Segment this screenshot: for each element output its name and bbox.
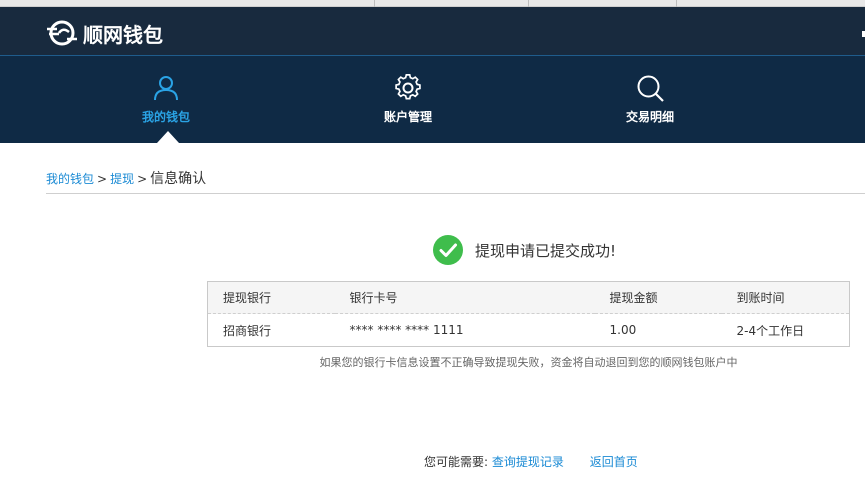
back-home-link[interactable]: 返回首页 — [590, 455, 638, 469]
cell-arrival-time: 2-4个工作日 — [736, 323, 805, 338]
nav-item-transaction-details[interactable]: 交易明细 — [580, 56, 720, 144]
user-icon — [154, 76, 178, 101]
column-header: 银行卡号 — [349, 291, 398, 305]
breadcrumb: 我的钱包 > 提现 > 信息确认 — [46, 169, 865, 194]
gear-icon — [395, 74, 421, 100]
cell-bank: 招商银行 — [223, 323, 272, 338]
failure-note: 如果您的银行卡信息设置不正确导致提现失败，资金将自动退回到您的顺网钱包账户中 — [319, 356, 738, 369]
nav-label: 我的钱包 — [141, 110, 190, 124]
withdraw-result-table: 提现银行 银行卡号 提现金额 到账时间 招商银行 **** **** **** … — [207, 281, 850, 347]
nav-label: 账户管理 — [383, 110, 432, 124]
breadcrumb-my-wallet[interactable]: 我的钱包 — [46, 172, 94, 186]
logo-text: 顺网钱包 — [83, 22, 163, 47]
browser-top-strip — [0, 0, 865, 7]
breadcrumb-separator: > — [97, 172, 108, 186]
check-circle-icon — [433, 235, 463, 265]
active-nav-caret — [157, 131, 179, 143]
table-row: 招商银行 **** **** **** 1111 1.00 2-4个工作日 — [208, 314, 850, 347]
footer-lead: 您可能需要: — [424, 455, 489, 469]
main-nav: 我的钱包 账户管理 交易明细 — [0, 55, 865, 143]
breadcrumb-withdraw[interactable]: 提现 — [110, 172, 134, 186]
table-header-row: 提现银行 银行卡号 提现金额 到账时间 — [207, 281, 850, 314]
cell-amount: 1.00 — [609, 323, 637, 337]
breadcrumb-current: 信息确认 — [150, 171, 207, 187]
success-message: 提现申请已提交成功! — [475, 241, 617, 260]
logo[interactable]: 顺网钱包 — [45, 18, 163, 48]
breadcrumb-separator: > — [137, 172, 148, 186]
success-banner: 提现申请已提交成功! — [433, 235, 616, 265]
column-header: 提现银行 — [223, 291, 272, 305]
nav-item-account-management[interactable]: 账户管理 — [338, 56, 478, 144]
cell-card-number: **** **** **** 1111 — [349, 323, 464, 337]
column-header: 到账时间 — [736, 291, 785, 305]
column-header: 提现金额 — [609, 291, 658, 305]
search-icon — [637, 75, 664, 102]
site-header: 顺网钱包 — [0, 7, 865, 55]
view-withdraw-records-link[interactable]: 查询提现记录 — [492, 455, 564, 469]
logo-mark-icon — [47, 20, 77, 46]
nav-label: 交易明细 — [625, 110, 674, 124]
footer-links: 您可能需要: 查询提现记录 返回首页 — [424, 453, 638, 470]
